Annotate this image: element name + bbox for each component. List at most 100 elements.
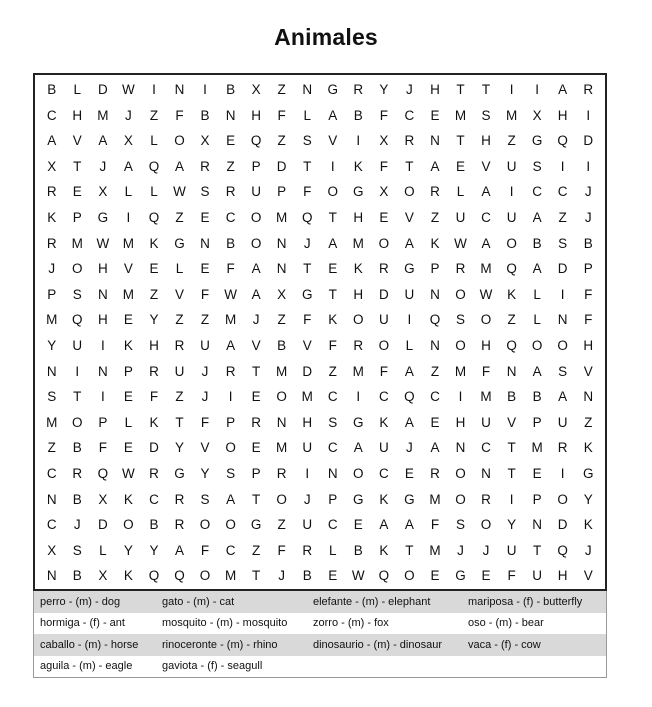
grid-letter: I [586, 158, 591, 174]
grid-letter: E [200, 210, 210, 226]
grid-letter: B [277, 338, 287, 354]
clue-entry: mosquito - (m) - mosquito [162, 617, 288, 630]
grid-letter: L [150, 133, 158, 149]
grid-letter: X [277, 286, 287, 302]
grid-letter: N [557, 312, 568, 328]
grid-letter: C [404, 107, 415, 123]
grid-letter: C [327, 389, 338, 405]
grid-letter: N [583, 389, 594, 405]
grid-letter: C [481, 210, 491, 226]
grid-letter: U [72, 338, 83, 354]
grid-letter: J [125, 107, 132, 123]
grid-letter: O [276, 491, 287, 507]
clue-entry: dinosaurio - (m) - dinosaur [313, 638, 442, 651]
grid-letter: O [455, 286, 466, 302]
grid-letter: M [429, 491, 441, 507]
grid-letter: O [353, 312, 364, 328]
grid-letter: N [430, 338, 440, 354]
grid-letter: Y [47, 338, 57, 354]
grid-letter: D [97, 517, 108, 533]
grid-letter: V [302, 338, 312, 354]
grid-letter: K [353, 261, 363, 277]
grid-letter: J [252, 312, 260, 328]
clue-entry: zorro - (m) - fox [313, 617, 389, 630]
grid-letter: O [353, 466, 364, 482]
grid-letter: P [277, 184, 287, 200]
grid-letter: J [584, 184, 592, 200]
grid-letter: O [455, 466, 466, 482]
grid-letter: R [149, 466, 159, 482]
grid-letter: V [404, 210, 414, 226]
grid-letter: K [149, 235, 159, 251]
grid-letter: U [532, 568, 542, 584]
puzzle-title: Animales [274, 24, 378, 50]
grid-letter: Z [507, 133, 516, 149]
clue-entry: oso - (m) - bear [468, 617, 544, 630]
grid-letter: H [97, 312, 108, 328]
grid-letter: N [455, 440, 466, 456]
grid-letter: D [276, 158, 287, 174]
grid-letter: I [203, 82, 207, 98]
grid-letter: T [252, 491, 261, 507]
grid-letter: S [558, 363, 568, 379]
grid-letter: N [327, 466, 338, 482]
grid-letter: T [507, 440, 516, 456]
grid-letter: Z [277, 82, 286, 98]
grid-letter: Y [583, 491, 593, 507]
grid-letter: S [455, 312, 465, 328]
grid-letter: L [124, 414, 133, 430]
clue-entry: gaviota - (f) - seagull [162, 660, 263, 673]
grid-letter: K [430, 235, 440, 251]
grid-letter: J [482, 542, 490, 558]
grid-letter: E [72, 184, 82, 200]
grid-letter: B [507, 389, 517, 405]
grid-letter: W [173, 184, 186, 200]
grid-letter: A [404, 517, 414, 533]
grid-letter: Z [47, 440, 56, 456]
grid-letter: S [481, 107, 491, 123]
grid-letter: T [73, 158, 82, 174]
grid-letter: Z [558, 210, 567, 226]
grid-letter: E [226, 133, 236, 149]
grid-letter: I [535, 82, 540, 98]
grid-letter: M [46, 414, 58, 430]
grid-letter: S [302, 133, 312, 149]
clue-entry: vaca - (f) - cow [468, 638, 541, 651]
clue-entry: rinoceronte - (m) - rhino [162, 638, 278, 651]
grid-letter: W [454, 235, 467, 251]
grid-letter: B [532, 389, 542, 405]
grid-letter: M [224, 568, 237, 584]
grid-letter: S [532, 158, 542, 174]
grid-letter: I [509, 82, 514, 98]
grid-letter: R [404, 133, 415, 149]
grid-letter: O [404, 568, 415, 584]
grid-letter: G [353, 491, 364, 507]
grid-letter: A [251, 286, 261, 302]
grid-letter: N [200, 235, 210, 251]
grid-letter: R [455, 261, 466, 277]
grid-letter: G [174, 235, 185, 251]
grid-letter: E [532, 466, 542, 482]
grid-letter: P [72, 210, 82, 226]
grid-letter: Q [429, 312, 441, 328]
grid-letter: F [200, 542, 210, 558]
clue-row: perro - (m) - dog gato - (m) - cat elefant… [34, 591, 606, 613]
grid-letter: D [149, 440, 159, 456]
grid-letter: L [124, 184, 133, 200]
grid-letter: K [47, 210, 57, 226]
grid-letter: H [72, 107, 83, 123]
grid-letter: B [302, 568, 312, 584]
grid-letter: X [47, 542, 57, 558]
clue-row: caballo - (m) - horse rinoceronte - (m) -… [34, 634, 606, 656]
grid-letter: R [200, 158, 210, 174]
grid-letter: G [582, 466, 594, 482]
grid-letter: I [75, 363, 80, 379]
clue-entry: elefante - (m) - elephant [313, 595, 431, 608]
grid-letter: J [73, 517, 81, 533]
grid-letter: N [46, 491, 57, 507]
grid-letter: R [251, 414, 261, 430]
clue-entry: hormiga - (f) - ant [40, 617, 125, 630]
grid-letter: H [251, 107, 261, 123]
grid-letter: R [72, 466, 83, 482]
grid-letter: K [379, 542, 389, 558]
